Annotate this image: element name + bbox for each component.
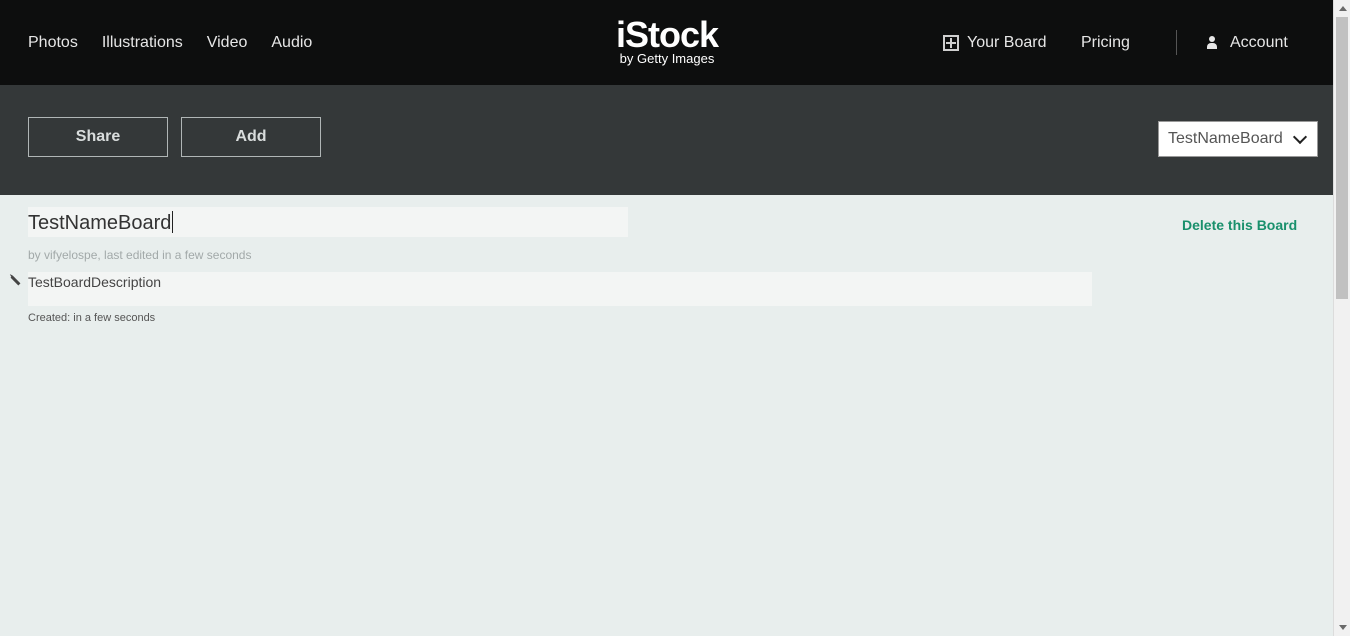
account-label: Account [1230,34,1288,51]
logo-main-text: iStock [615,14,719,55]
board-toolbar: Share Add TestNameBoard [0,85,1333,195]
your-board-link[interactable]: Your Board [943,34,1046,52]
account-link[interactable]: Account [1206,34,1288,52]
person-icon [1206,36,1218,50]
board-title-input[interactable]: TestNameBoard [28,207,628,237]
scroll-up-arrow-icon[interactable] [1339,6,1347,11]
media-nav: Photos Illustrations Video Audio [28,34,312,52]
vertical-scrollbar[interactable] [1333,0,1350,636]
chevron-down-icon [1292,129,1308,144]
your-board-label: Your Board [967,34,1047,51]
scroll-down-arrow-icon[interactable] [1339,625,1347,630]
nav-video[interactable]: Video [207,34,248,52]
board-description-field[interactable]: TestBoardDescription [28,272,1092,306]
nav-divider [1176,30,1177,55]
nav-photos[interactable]: Photos [28,34,78,52]
board-title-text: TestNameBoard [28,212,172,234]
pencil-icon [10,275,21,286]
add-board-icon [943,35,959,51]
nav-illustrations[interactable]: Illustrations [102,34,183,52]
logo-sub-text: by Getty Images [619,51,715,66]
board-byline: by vifyelospe, last edited in a few seco… [28,248,252,262]
share-button[interactable]: Share [28,117,168,157]
pricing-link[interactable]: Pricing [1081,34,1130,52]
scroll-thumb[interactable] [1336,17,1348,299]
board-page: Photos Illustrations Video Audio iStock … [0,0,1333,636]
board-select-value: TestNameBoard [1168,130,1283,147]
created-timestamp: Created: in a few seconds [28,312,156,324]
istock-logo[interactable]: iStock by Getty Images [611,14,723,66]
add-button[interactable]: Add [181,117,321,157]
text-cursor [172,211,174,233]
delete-board-link[interactable]: Delete this Board [1182,217,1297,233]
board-select[interactable]: TestNameBoard [1158,121,1318,157]
nav-audio[interactable]: Audio [271,34,312,52]
top-navigation: Photos Illustrations Video Audio iStock … [0,0,1333,85]
